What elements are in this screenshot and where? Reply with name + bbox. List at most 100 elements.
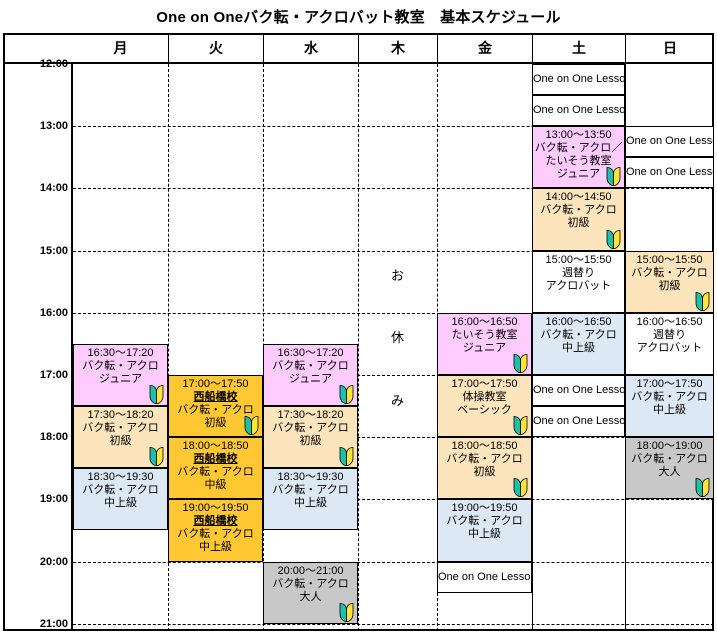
event-time: 19:00〜19:50 xyxy=(182,502,249,515)
schedule-event[interactable]: One on One Lesson xyxy=(625,126,714,158)
beginner-leaf-icon xyxy=(339,602,354,622)
schedule-event[interactable]: 16:00〜16:50 週替り アクロバット xyxy=(625,312,714,375)
beginner-leaf-icon xyxy=(244,416,259,436)
time-label-1400: 14:00 xyxy=(39,182,68,195)
event-name: バク転・アクロ xyxy=(272,577,349,590)
event-time: 13:00〜13:50 xyxy=(545,129,612,142)
event-name: バク転・アクロ xyxy=(82,359,159,372)
schedule-event[interactable]: 13:00〜13:50 バク転・アクロ／ たいそう教室 ジュニア xyxy=(532,126,625,189)
event-name: バク転・アクロ xyxy=(446,515,523,528)
closed-day-char: み xyxy=(390,392,404,408)
event-name: 初級 xyxy=(299,435,322,448)
schedule-event[interactable]: One on One Lesson xyxy=(532,95,625,127)
schedule-event[interactable]: 17:00〜17:50 西船橋校 バク転・アクロ 初級 xyxy=(168,375,263,438)
schedule-event[interactable]: 16:30〜17:20 バク転・アクロ ジュニア xyxy=(73,343,168,407)
event-time: 18:00〜18:50 xyxy=(451,440,518,453)
event-time: 17:00〜17:50 xyxy=(636,378,703,390)
event-name: バク転・アクロ xyxy=(177,466,254,479)
event-name: たいそう教室 xyxy=(545,155,612,168)
beginner-leaf-icon xyxy=(513,478,528,498)
schedule-event[interactable]: 18:30〜19:30 バク転・アクロ 中上級 xyxy=(263,468,358,531)
event-name: バク転・アクロ xyxy=(631,391,708,403)
event-time: 15:00〜15:50 xyxy=(545,253,612,266)
event-name: バク転・アクロ xyxy=(631,453,708,466)
time-label-1800: 18:00 xyxy=(39,431,68,444)
event-name: One on One Lesson xyxy=(438,570,532,583)
weekday-header-row: 月 火水木金土日 xyxy=(5,35,712,64)
closed-day-char: お xyxy=(390,268,404,284)
beginner-leaf-icon xyxy=(513,416,528,436)
event-time: 16:30〜17:20 xyxy=(277,346,344,359)
event-name: バク転・アクロ xyxy=(272,359,349,372)
time-label-1500: 15:00 xyxy=(39,244,68,257)
weekday-header-sat: 土 xyxy=(532,35,625,62)
event-name: 中上級 xyxy=(653,404,686,416)
schedule-event[interactable]: 19:00〜19:50 西船橋校 バク転・アクロ 中上級 xyxy=(168,499,263,562)
schedule-event[interactable]: 18:00〜18:50 西船橋校 バク転・アクロ 中級 xyxy=(168,437,263,500)
beginner-leaf-icon xyxy=(149,447,164,467)
event-name: バク転・アクロ xyxy=(272,484,349,497)
beginner-leaf-icon xyxy=(606,167,621,187)
event-name: 中上級 xyxy=(468,528,501,541)
event-name: 初級 xyxy=(473,466,496,479)
event-time: 18:30〜19:30 xyxy=(87,471,154,484)
hour-gridline xyxy=(73,623,714,625)
schedule-event[interactable]: 19:00〜19:50 バク転・アクロ 中上級 xyxy=(437,499,532,562)
schedule-event[interactable]: One on One Lesson xyxy=(437,561,532,593)
time-label-1700: 17:00 xyxy=(39,369,68,381)
schedule-event[interactable]: One on One Lesson xyxy=(532,406,625,438)
time-label-1600: 16:00 xyxy=(39,306,68,319)
schedule-event[interactable]: One on One Lesson xyxy=(625,157,714,189)
event-name: One on One Lesson xyxy=(533,384,625,397)
schedule-event[interactable]: 14:00〜14:50 バク転・アクロ 初級 xyxy=(532,188,625,251)
event-name: バク転・アクロ xyxy=(177,404,254,416)
event-name: One on One Lesson xyxy=(533,415,625,428)
schedule-event[interactable]: 17:00〜17:50 体操教室 ベーシック xyxy=(437,375,532,438)
closed-day-char: 休 xyxy=(390,330,404,346)
event-name: One on One Lesson xyxy=(533,73,625,86)
event-name: 大人 xyxy=(658,466,681,479)
event-time: 17:30〜18:20 xyxy=(277,409,344,422)
event-time: 20:00〜21:00 xyxy=(277,564,344,577)
event-name: One on One Lesson xyxy=(626,135,713,148)
schedule-event[interactable]: 18:00〜19:00 バク転・アクロ 大人 xyxy=(625,437,714,500)
event-time: 15:00〜15:50 xyxy=(636,253,703,266)
event-name: ジュニア xyxy=(98,372,143,385)
time-label-1900: 19:00 xyxy=(39,493,68,506)
schedule-event[interactable]: One on One Lesson xyxy=(532,375,625,407)
event-name: One on One Lesson xyxy=(533,104,625,117)
event-time: 17:30〜18:20 xyxy=(87,409,154,422)
schedule-event[interactable]: 16:00〜16:50 たいそう教室 ジュニア xyxy=(437,312,532,375)
event-name: ベーシック xyxy=(457,404,512,416)
event-name: バク転・アクロ xyxy=(82,422,159,435)
event-time: 16:00〜16:50 xyxy=(636,315,703,328)
schedule-event[interactable]: One on One Lesson xyxy=(532,64,625,96)
event-name: 初級 xyxy=(658,279,681,292)
event-name: アクロバット xyxy=(636,341,703,354)
event-name: 中上級 xyxy=(562,341,595,354)
schedule-event[interactable]: 17:00〜17:50 バク転・アクロ 中上級 xyxy=(625,375,714,438)
event-name: バク転・アクロ xyxy=(540,328,617,341)
weekday-header-thu: 木 xyxy=(358,35,437,62)
schedule-event[interactable]: 16:00〜16:50 バク転・アクロ 中上級 xyxy=(532,312,625,375)
weekday-header-wed: 水 xyxy=(263,35,358,62)
event-name: 初級 xyxy=(567,217,590,230)
schedule-event[interactable]: 18:30〜19:30 バク転・アクロ 中上級 xyxy=(73,468,168,531)
schedule-event[interactable]: 16:30〜17:20 バク転・アクロ ジュニア xyxy=(263,343,358,407)
schedule-event[interactable]: 20:00〜21:00 バク転・アクロ 大人 xyxy=(263,561,358,624)
event-time: 19:00〜19:50 xyxy=(451,502,518,515)
schedule-event[interactable]: 17:30〜18:20 バク転・アクロ 初級 xyxy=(73,406,168,469)
event-name: 大人 xyxy=(299,590,322,603)
event-name: アクロバット xyxy=(545,279,612,292)
event-time: 18:00〜19:00 xyxy=(636,440,703,453)
schedule-event[interactable]: 15:00〜15:50 週替り アクロバット xyxy=(532,250,625,313)
event-name: 中上級 xyxy=(199,541,232,554)
event-time: 17:00〜17:50 xyxy=(182,378,249,390)
time-label-2100: 21:00 xyxy=(39,617,68,630)
schedule-event[interactable]: 18:00〜18:50 バク転・アクロ 初級 xyxy=(437,437,532,500)
beginner-leaf-icon xyxy=(695,291,710,311)
event-name: One on One Lesson xyxy=(626,166,713,179)
schedule-event[interactable]: 17:30〜18:20 バク転・アクロ 初級 xyxy=(263,406,358,469)
beginner-leaf-icon xyxy=(339,385,354,405)
schedule-event[interactable]: 15:00〜15:50 バク転・アクロ 初級 xyxy=(625,250,714,313)
